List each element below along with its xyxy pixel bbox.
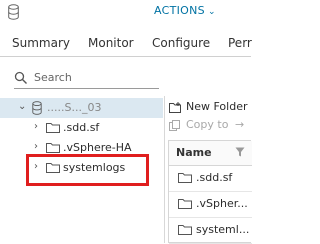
filter-icon[interactable] xyxy=(235,147,245,157)
file-table: Name .sdd.sf .vSpher... systeml... xyxy=(168,140,252,244)
file-toolbar: New Folder Copy to → xyxy=(165,96,251,136)
tree-item-sdd-sf[interactable]: › .sdd.sf xyxy=(0,118,163,138)
new-folder-icon xyxy=(169,102,181,113)
table-row[interactable]: .sdd.sf xyxy=(169,165,252,192)
chevron-right-icon[interactable]: › xyxy=(34,121,38,132)
highlight-box xyxy=(26,154,149,186)
search-icon xyxy=(14,71,27,84)
tab-configure[interactable]: Configure xyxy=(152,36,210,50)
table-row[interactable]: systeml... xyxy=(169,217,252,244)
table-row[interactable]: .vSpher... xyxy=(169,191,252,218)
copy-to-label: Copy to xyxy=(186,118,229,131)
move-arrow-icon[interactable]: → xyxy=(235,118,244,131)
tree-item-label: .....S..._03 xyxy=(47,101,102,114)
tab-permissions[interactable]: Perr xyxy=(228,36,252,50)
tab-summary[interactable]: Summary xyxy=(12,36,70,50)
copy-to-button[interactable]: Copy to xyxy=(169,118,228,131)
folder-icon xyxy=(178,225,192,235)
table-header: Name xyxy=(169,141,252,166)
actions-label: ACTIONS xyxy=(154,4,205,17)
datastore-icon xyxy=(32,101,42,115)
tree-item-label: .vSphere-HA xyxy=(63,141,132,154)
object-header: ACTIONS ⌄ xyxy=(0,0,251,28)
table-cell-name: .sdd.sf xyxy=(196,171,233,184)
chevron-down-icon[interactable]: ⌄ xyxy=(18,101,26,112)
new-folder-label: New Folder xyxy=(186,100,248,113)
table-cell-name: .vSpher... xyxy=(196,197,248,210)
folder-icon xyxy=(178,173,192,183)
table-cell-name: systeml... xyxy=(196,223,250,236)
tab-monitor[interactable]: Monitor xyxy=(88,36,134,50)
column-header-name[interactable]: Name xyxy=(176,146,212,159)
new-folder-button[interactable]: New Folder xyxy=(169,100,247,113)
copy-icon xyxy=(169,120,180,131)
tree-item-root[interactable]: ⌄ .....S..._03 xyxy=(0,98,163,118)
chevron-down-icon: ⌄ xyxy=(207,7,216,17)
datastore-icon xyxy=(8,4,19,20)
folder-icon xyxy=(46,123,60,133)
actions-menu-button[interactable]: ACTIONS ⌄ xyxy=(154,4,216,17)
folder-icon xyxy=(178,199,192,209)
tree-item-label: .sdd.sf xyxy=(63,121,100,134)
folder-icon xyxy=(46,143,60,153)
search-box xyxy=(14,68,159,89)
chevron-right-icon[interactable]: › xyxy=(34,141,38,152)
tab-bar: Summary Monitor Configure Perr xyxy=(0,30,252,57)
search-input[interactable] xyxy=(34,69,154,85)
